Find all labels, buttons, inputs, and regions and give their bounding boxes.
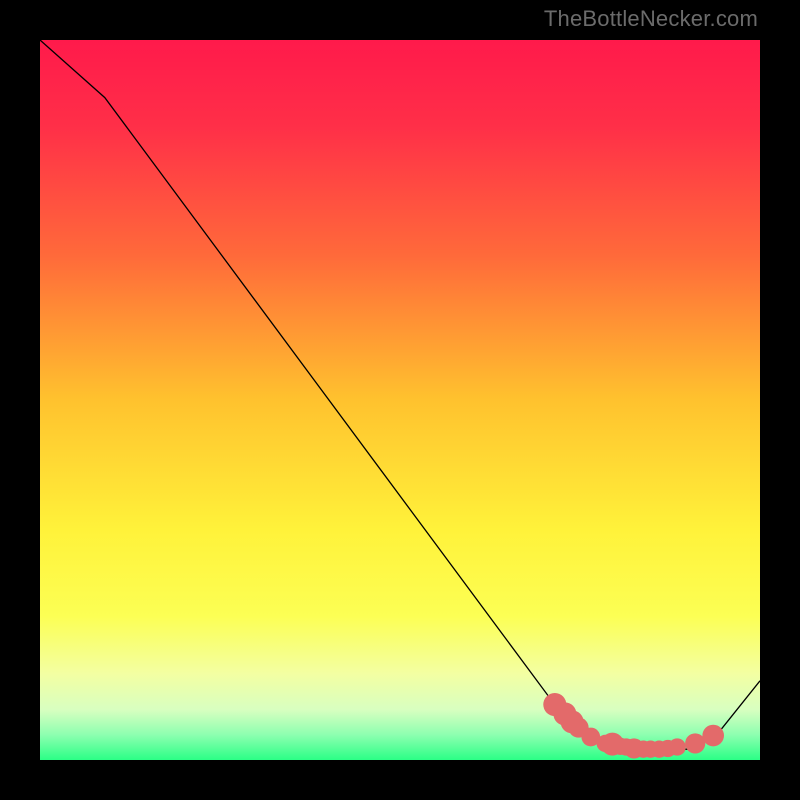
attribution-text: TheBottleNecker.com — [544, 6, 758, 32]
plot-area — [40, 40, 760, 760]
chart-frame: TheBottleNecker.com — [0, 0, 800, 800]
gradient-background — [40, 40, 760, 760]
